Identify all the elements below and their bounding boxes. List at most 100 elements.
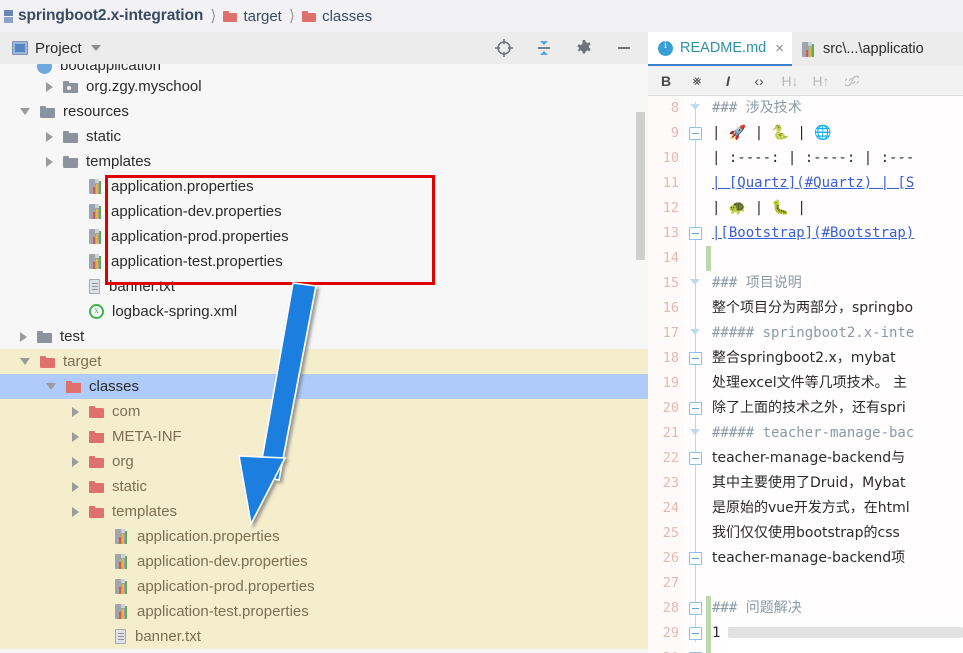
code-line[interactable]: | [Quartz](#Quartz) | [S (712, 171, 963, 196)
code-line[interactable]: 整个项目分为两部分，springbo (712, 296, 963, 321)
code-line[interactable]: ### 涉及技术 (712, 96, 963, 121)
fold-marker-icon[interactable] (689, 227, 702, 240)
chevron-right-icon[interactable] (72, 431, 79, 442)
code-line[interactable]: ### 问题解决 (712, 596, 963, 621)
tree-row[interactable]: com (0, 399, 648, 424)
tree-row[interactable]: banner.txt (0, 624, 648, 649)
code-line[interactable]: 整合springboot2.x，mybat (712, 346, 963, 371)
breadcrumb-project[interactable]: springboot2.x-integration (18, 7, 203, 25)
tree-row[interactable]: application-prod.properties (0, 574, 648, 599)
heading-down-button[interactable]: H↓ (781, 73, 798, 89)
tree-row[interactable]: application.properties (0, 524, 648, 549)
code-line[interactable]: 是原始的vue开发方式，在html (712, 496, 963, 521)
fold-marker-icon[interactable] (689, 627, 702, 640)
chevron-right-icon[interactable] (72, 456, 79, 467)
close-icon[interactable]: × (775, 40, 784, 57)
fold-marker-icon[interactable] (689, 127, 702, 140)
locate-icon[interactable] (494, 38, 514, 58)
code-line[interactable]: |[Bootstrap](#Bootstrap) (712, 221, 963, 246)
fold-collapse-icon[interactable] (689, 102, 702, 115)
code-line[interactable]: teacher-manage-backend与 (712, 446, 963, 471)
code-line[interactable]: 其中主要使用了Druid，Mybat (712, 471, 963, 496)
tree-row[interactable]: application-dev.properties (0, 549, 648, 574)
change-marker[interactable] (706, 621, 711, 646)
breadcrumb-item-classes[interactable]: classes (302, 8, 372, 25)
code-folding-gutter[interactable] (684, 96, 706, 653)
tree-row[interactable]: static (0, 474, 648, 499)
fold-marker-icon[interactable] (689, 552, 702, 565)
tree-row[interactable]: resources (0, 99, 648, 124)
chevron-right-icon[interactable] (72, 506, 79, 517)
code-line[interactable]: teacher-manage-backend项 (712, 546, 963, 571)
fold-marker-icon[interactable] (689, 452, 702, 465)
tree-row[interactable]: test (0, 324, 648, 349)
tree-row[interactable]: application-prod.properties (0, 224, 648, 249)
change-marker[interactable] (706, 246, 711, 271)
chevron-down-icon[interactable] (90, 45, 101, 51)
tree-row[interactable]: banner.txt (0, 274, 648, 299)
bold-button[interactable]: B (659, 73, 673, 89)
gear-icon[interactable] (574, 38, 594, 58)
code-button[interactable]: ‹› (752, 73, 766, 89)
fold-collapse-icon[interactable] (689, 277, 702, 290)
tab-application-properties[interactable]: src\...\applicatio (792, 32, 932, 66)
fold-collapse-icon[interactable] (689, 327, 702, 340)
code-line[interactable]: ##### teacher-manage-bac (712, 421, 963, 446)
project-tree[interactable]: bootapplication org.zgy.myschool resources… (0, 64, 648, 653)
chevron-right-icon[interactable] (46, 81, 53, 92)
chevron-right-icon[interactable] (20, 331, 27, 342)
tree-row[interactable]: application-dev.properties (0, 199, 648, 224)
collapse-all-icon[interactable] (534, 38, 554, 58)
code-line[interactable]: 我们仅仅使用bootstrap的css (712, 521, 963, 546)
change-marker[interactable] (706, 646, 711, 653)
code-line[interactable]: ### 项目说明 (712, 271, 963, 296)
code-line[interactable]: | 🐢 | 🐛 | (712, 196, 963, 221)
fold-marker-icon[interactable] (689, 602, 702, 615)
tab-readme[interactable]: README.md × (648, 32, 792, 66)
chevron-right-icon[interactable] (46, 156, 53, 167)
tree-vertical-scrollbar[interactable] (636, 112, 645, 260)
tree-row[interactable]: target (0, 349, 648, 374)
chevron-right-icon[interactable] (46, 131, 53, 142)
chevron-down-icon[interactable] (20, 358, 30, 365)
tree-row[interactable]: application-test.properties (0, 599, 648, 624)
tree-row[interactable]: templates (0, 499, 648, 524)
heading-up-button[interactable]: H↑ (812, 73, 829, 89)
tree-row[interactable]: static (0, 124, 648, 149)
code-lines[interactable]: ### 涉及技术 | 🚀 | 🐍 | 🌐 | :----: | :----: | :… (712, 96, 963, 653)
markdown-code-area[interactable]: 8 9 10 11 12 13 14 15 16 17 18 19 20 21 22 23 24 25 26 27 28… (648, 96, 963, 653)
tree-row[interactable]: bootapplication (0, 64, 648, 74)
code-line[interactable]: 处理excel文件等几项技术。 主 (712, 371, 963, 396)
change-marker[interactable] (706, 596, 711, 621)
tree-row[interactable]: templates (0, 149, 648, 174)
strikethrough-button[interactable]: ⨳ (690, 72, 704, 89)
code-line[interactable]: 除了上面的技术之外，还有spri (712, 396, 963, 421)
link-button[interactable] (845, 74, 859, 88)
tree-row[interactable]: org (0, 449, 648, 474)
editor-horizontal-scrollbar[interactable] (728, 627, 963, 638)
tree-row[interactable]: application-test.properties (0, 249, 648, 274)
code-line[interactable] (712, 571, 963, 596)
chevron-down-icon[interactable] (46, 383, 56, 390)
code-line[interactable]: ##### springboot2.x-inte (712, 321, 963, 346)
code-line[interactable] (712, 246, 963, 271)
fold-collapse-icon[interactable] (689, 427, 702, 440)
tree-row[interactable]: META-INF (0, 424, 648, 449)
project-panel-title[interactable]: Project (35, 40, 82, 57)
minimize-icon[interactable] (614, 38, 634, 58)
breadcrumb-item-target[interactable]: target (223, 8, 282, 25)
fold-marker-icon[interactable] (689, 352, 702, 365)
italic-button[interactable]: I (721, 73, 735, 89)
chevron-right-icon[interactable] (72, 406, 79, 417)
tree-row[interactable]: org.zgy.myschool (0, 74, 648, 99)
tree-row[interactable]: classes (0, 374, 648, 399)
code-line[interactable]: | 🚀 | 🐍 | 🌐 (712, 121, 963, 146)
tree-row[interactable]: application.properties (0, 174, 648, 199)
chevron-right-icon[interactable] (72, 481, 79, 492)
code-line[interactable]: | :----: | :----: | :--- (712, 146, 963, 171)
chevron-down-icon[interactable] (20, 108, 30, 115)
fold-marker-icon[interactable] (689, 402, 702, 415)
tree-row[interactable]: logback-spring.xml (0, 299, 648, 324)
